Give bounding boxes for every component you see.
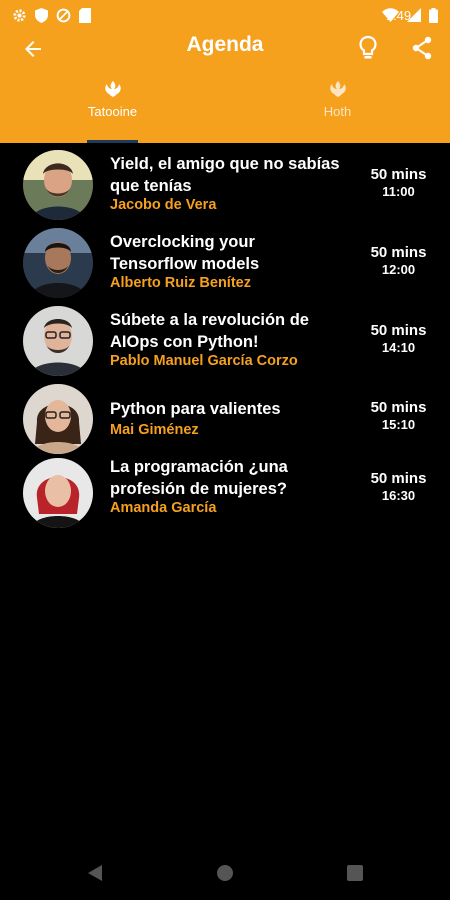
speaker-name: Jacobo de Vera: [110, 197, 217, 213]
speaker-avatar: [23, 306, 93, 376]
rebel-alliance-icon: [329, 81, 346, 97]
status-bar: 1:49: [0, 0, 450, 30]
toolbar: Agenda: [0, 30, 450, 66]
app-bar: 1:49 Agenda Tatooine Hoth: [0, 0, 450, 143]
data-saver-icon: [56, 8, 71, 22]
nav-home-icon[interactable]: [216, 864, 234, 882]
talk-title: Overclocking your Tensorflow models: [110, 233, 260, 273]
speaker-avatar: [23, 458, 93, 528]
talk-row[interactable]: Súbete a la revolución de AIOps con Pyth…: [0, 304, 450, 382]
talk-title: Yield, el amigo que no sabías que tenías: [110, 155, 340, 195]
tab-hoth[interactable]: Hoth: [225, 76, 450, 143]
talk-time: 16:30: [381, 488, 416, 503]
shield-icon: [35, 7, 48, 23]
talk-duration: 50 mins: [370, 399, 427, 416]
talk-time: 11:00: [382, 184, 415, 199]
nav-recents-icon[interactable]: [346, 864, 364, 882]
talk-time: 12:00: [381, 262, 416, 277]
system-nav-bar: [0, 848, 450, 900]
settings-gear-icon: [13, 8, 26, 22]
talk-row[interactable]: Python para valientes Mai Giménez 50 min…: [0, 382, 450, 458]
talk-title: La programación ¿una profesión de mujere…: [110, 458, 288, 498]
lightbulb-icon[interactable]: [356, 35, 380, 61]
talk-duration: 50 mins: [370, 166, 427, 183]
speaker-name: Pablo Manuel García Corzo: [110, 353, 298, 369]
talk-duration: 50 mins: [370, 470, 427, 487]
speaker-avatar: [23, 228, 93, 298]
talk-list: Yield, el amigo que no sabías que tenías…: [0, 148, 450, 538]
tab-label: Hoth: [323, 104, 352, 119]
speaker-avatar: [23, 384, 93, 454]
tab-label: Tatooine: [87, 104, 138, 119]
talk-duration: 50 mins: [370, 244, 427, 261]
talk-time: 15:10: [381, 417, 416, 432]
rebel-alliance-icon: [104, 81, 121, 97]
speaker-name: Mai Giménez: [110, 422, 199, 438]
talk-row[interactable]: La programación ¿una profesión de mujere…: [0, 458, 450, 538]
tab-bar: Tatooine Hoth: [0, 76, 450, 143]
share-icon[interactable]: [410, 35, 434, 61]
tab-tatooine[interactable]: Tatooine: [0, 76, 225, 143]
talk-row[interactable]: Overclocking your Tensorflow models Albe…: [0, 226, 450, 304]
speaker-name: Amanda García: [110, 500, 217, 516]
page-title: Agenda: [186, 33, 264, 56]
status-time: 1:49: [385, 7, 412, 23]
speaker-avatar: [23, 150, 93, 220]
talk-title: Python para valientes: [110, 400, 281, 418]
talk-time: 14:10: [381, 340, 416, 355]
speaker-name: Alberto Ruiz Benítez: [110, 275, 251, 291]
talk-title: Súbete a la revolución de AIOps con Pyth…: [110, 311, 309, 351]
tab-indicator: [87, 140, 138, 143]
talk-row[interactable]: Yield, el amigo que no sabías que tenías…: [0, 148, 450, 226]
nav-back-icon[interactable]: [86, 864, 104, 882]
sim-card-icon: [79, 7, 91, 23]
talk-duration: 50 mins: [370, 322, 427, 339]
